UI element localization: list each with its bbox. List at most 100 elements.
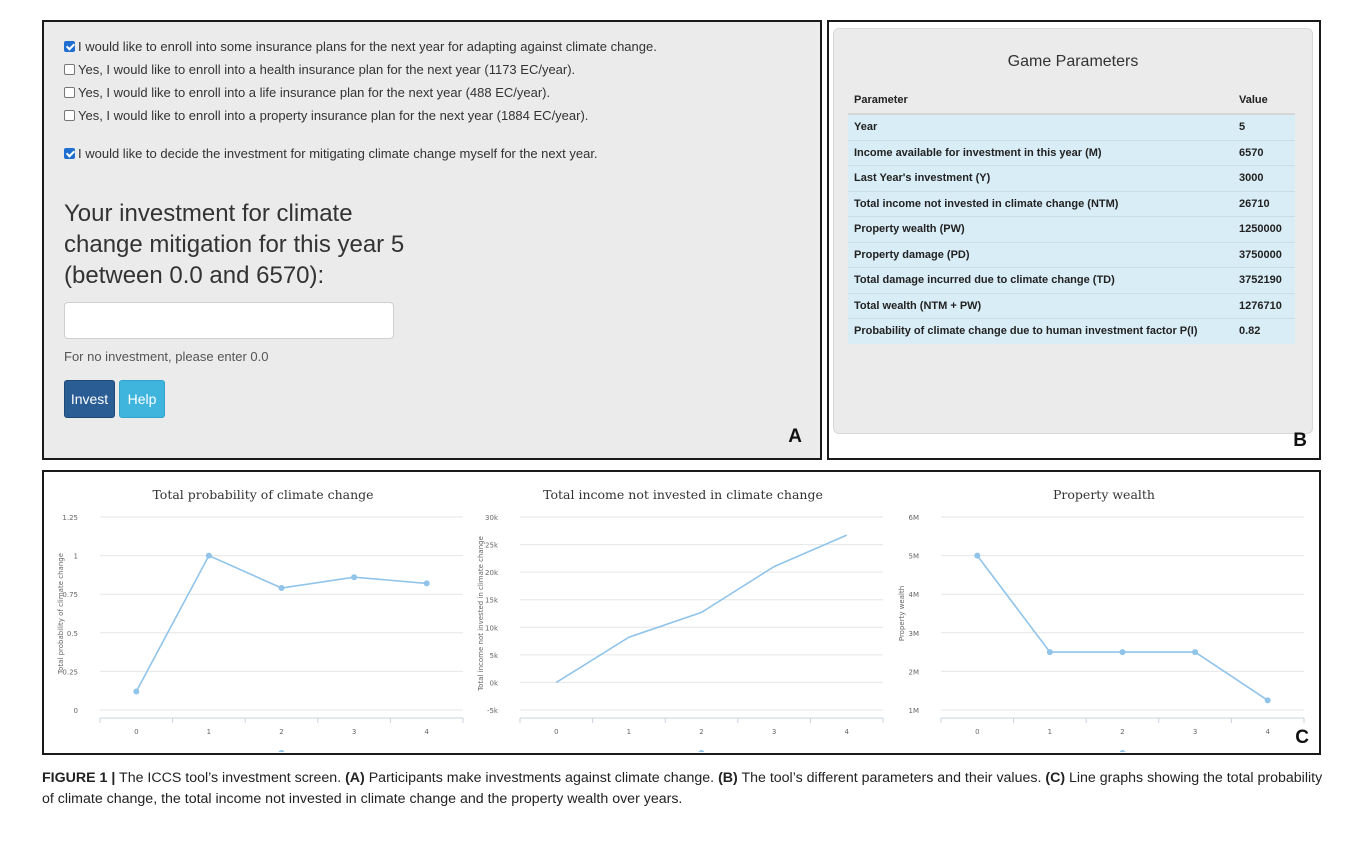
x-tick-label: 4 [424, 728, 429, 736]
legend-marker [1119, 750, 1126, 752]
y-axis-label: Total income not invested in climate cha… [477, 536, 485, 692]
y-tick-label: 5k [489, 652, 498, 660]
parameter-value-cell: 26710 [1233, 190, 1295, 217]
y-tick-label: 0k [489, 679, 498, 687]
x-tick-label: 1 [207, 728, 211, 736]
game-parameters-card: Game Parameters Parameter Value Year 5 Inc… [833, 28, 1313, 434]
data-point [133, 688, 140, 695]
parameter-value-cell: 6570 [1233, 139, 1295, 166]
chart-total-probability: Total probability of climate change 0 0.25… [48, 482, 478, 752]
game-parameters-title: Game Parameters [1007, 53, 1139, 70]
help-button[interactable]: Help [119, 380, 165, 418]
parameter-value-cell: 3750000 [1233, 241, 1295, 268]
x-tick-label: 0 [134, 728, 138, 736]
x-tick-label: 2 [699, 728, 703, 736]
insurance-option-row[interactable]: I would like to enroll into some insuran… [64, 39, 657, 54]
y-tick-label: 1M [909, 707, 920, 715]
insurance-option-row[interactable]: Yes, I would like to enroll into a prope… [64, 108, 588, 123]
y-axis-label: Property wealth [898, 586, 906, 641]
y-tick-label: 15k [485, 597, 499, 605]
checkbox-unchecked[interactable] [64, 64, 75, 75]
checkbox-label: I would like to decide the investment fo… [78, 146, 598, 161]
table-row: Total income not invested in climate cha… [848, 190, 1295, 217]
parameter-name-cell: Total income not invested in climate cha… [848, 190, 1233, 217]
panel-b-game-parameters: Game Parameters Parameter Value Year 5 Inc… [827, 20, 1321, 460]
header-parameter: Parameter [848, 86, 1233, 115]
y-tick-label: 0 [74, 707, 78, 715]
parameter-name-cell: Total wealth (NTM + PW) [848, 292, 1233, 319]
insurance-option-row[interactable]: I would like to decide the investment fo… [64, 146, 598, 161]
checkbox-checked[interactable] [64, 148, 75, 159]
parameter-name-cell: Total damage incurred due to climate cha… [848, 267, 1233, 293]
figure-caption: FIGURE 1 | The ICCS tool’s investment sc… [42, 768, 1332, 810]
table-row: Total damage incurred due to climate cha… [848, 267, 1295, 293]
checkbox-unchecked[interactable] [64, 110, 75, 121]
x-tick-label: 3 [352, 728, 356, 736]
invest-button[interactable]: Invest [64, 380, 115, 418]
parameter-value-cell: 3752190 [1233, 267, 1295, 293]
game-parameters-table: Parameter Value Year 5 Income available fo… [848, 86, 1295, 344]
x-tick-label: 3 [772, 728, 776, 736]
y-tick-label: 2M [909, 668, 920, 676]
line-chart-svg: Property wealth 1M 2M 3M 4M 5M 6M 0 1 2 3 4 Property… [898, 487, 1305, 752]
checkbox-checked[interactable] [64, 41, 75, 52]
legend-marker [278, 750, 285, 752]
caption-intro: The ICCS tool’s investment screen. [115, 770, 346, 786]
panel-letter-c: C [1295, 727, 1309, 748]
parameter-name-cell: Last Year's investment (Y) [848, 165, 1233, 191]
x-tick-label: 1 [1048, 728, 1052, 736]
chart-title: Property wealth [1053, 487, 1155, 502]
chart-title: Total income not invested in climate cha… [543, 487, 823, 502]
investment-form-background: I would like to enroll into some insuran… [44, 22, 820, 458]
parameter-name-cell: Property wealth (PW) [848, 216, 1233, 242]
data-point [1046, 649, 1053, 656]
x-tick-label: 2 [1120, 728, 1124, 736]
parameter-value-cell: 0.82 [1233, 318, 1295, 344]
checkbox-label: Yes, I would like to enroll into a prope… [78, 108, 589, 123]
x-tick-label: 0 [975, 728, 979, 736]
data-point [205, 552, 212, 559]
y-tick-label: 10k [485, 624, 499, 632]
data-point [1264, 697, 1271, 704]
y-tick-label: 0.5 [67, 630, 78, 638]
line-chart-svg: Total probability of climate change00.25… [57, 487, 464, 752]
parameter-value-cell: 3000 [1233, 165, 1295, 191]
investment-question: Your investment for climate change mitig… [64, 200, 405, 289]
x-tick-label: 0 [554, 728, 558, 736]
parameter-name-cell: Year [848, 113, 1233, 140]
caption-a-label: (A) [345, 770, 365, 786]
parameter-name-cell: Probability of climate change due to hum… [848, 318, 1233, 344]
checkbox-label: Yes, I would like to enroll into a life … [78, 85, 551, 100]
y-tick-label: -5k [487, 707, 499, 715]
insurance-option-row[interactable]: Yes, I would like to enroll into a healt… [64, 62, 575, 77]
table-row: Income available for investment in this … [848, 139, 1295, 166]
chart-property-wealth: Property wealth 1M 2M 3M 4M 5M 6M 0 1 2 3 4 Property… [889, 482, 1319, 752]
data-point [1119, 649, 1126, 656]
investment-input[interactable] [64, 302, 394, 339]
panel-letter-a: A [788, 426, 802, 447]
x-tick-label: 4 [1265, 728, 1270, 736]
insurance-option-row[interactable]: Yes, I would like to enroll into a life … [64, 85, 550, 100]
data-point [1192, 649, 1199, 656]
header-value: Value [1233, 86, 1295, 115]
y-tick-label: 3M [909, 630, 920, 638]
caption-a-text: Participants make investments against cl… [364, 770, 719, 786]
parameter-value-cell: 1250000 [1233, 216, 1295, 242]
investment-hint: For no investment, please enter 0.0 [64, 349, 269, 364]
table-row: Year 5 [848, 113, 1295, 140]
game-parameters-body: Year 5 Income available for investment in … [848, 113, 1295, 344]
caption-b-label: (B) [718, 770, 738, 786]
table-row: Property wealth (PW) 1250000 [848, 216, 1295, 242]
table-row: Total wealth (NTM + PW) 1276710 [848, 292, 1295, 319]
x-tick-label: 1 [627, 728, 631, 736]
y-tick-label: 1.25 [62, 514, 78, 522]
y-tick-label: 1 [74, 553, 78, 561]
panel-c-line-charts: Total probability of climate change 0 0.25… [42, 470, 1321, 755]
checkbox-unchecked[interactable] [64, 87, 75, 98]
data-point [351, 574, 358, 581]
data-point [974, 552, 981, 559]
table-row: Property damage (PD) 3750000 [848, 241, 1295, 268]
y-tick-label: 30k [485, 514, 499, 522]
chart-title: Total probability of climate change [152, 487, 373, 502]
data-point [278, 585, 285, 592]
